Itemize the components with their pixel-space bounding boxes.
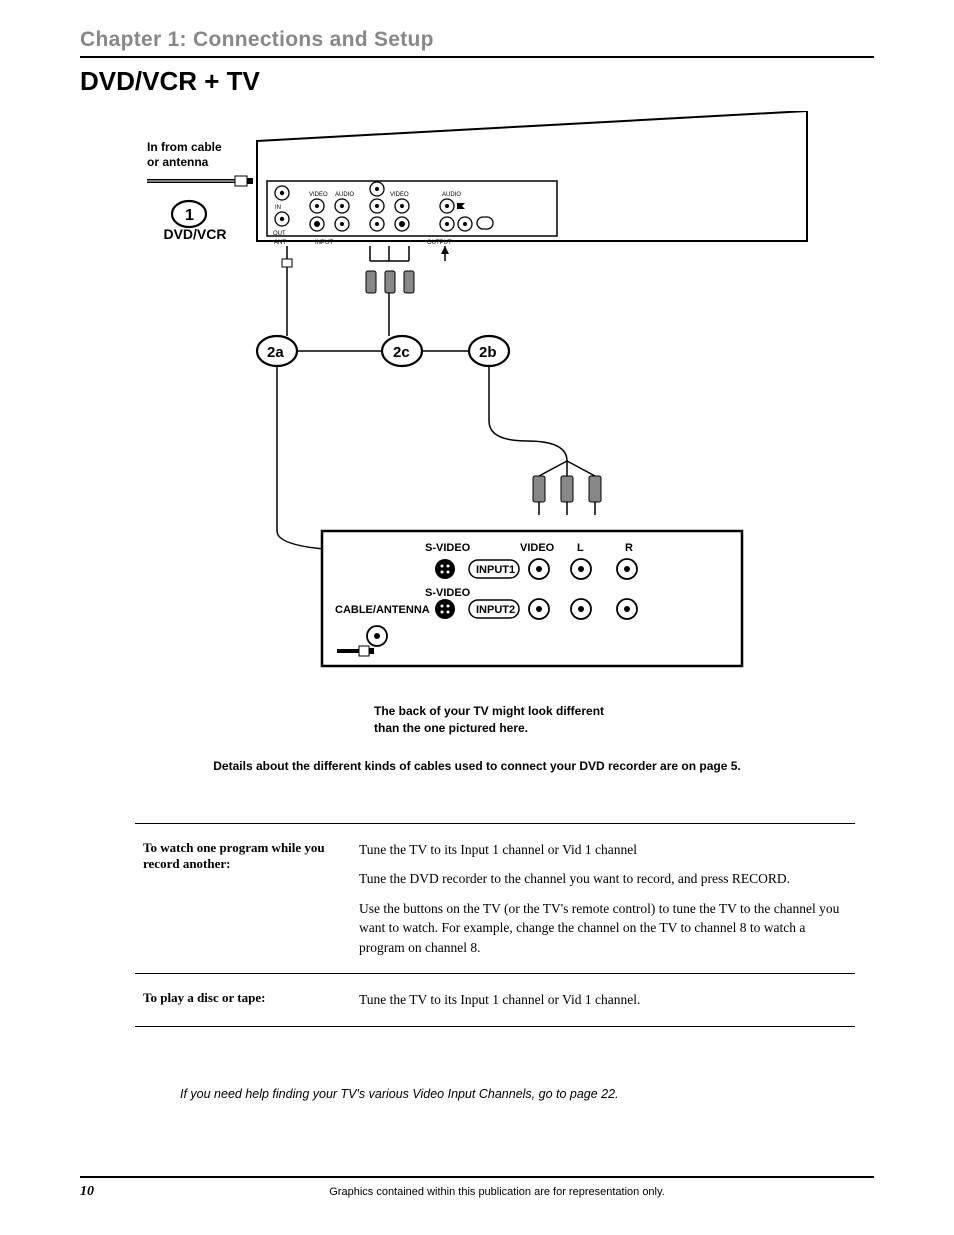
header-rule xyxy=(80,56,874,58)
label-video-mid: VIDEO xyxy=(390,192,409,198)
caption-line2: than the one pictured here. xyxy=(374,721,528,735)
step-2b-label: 2b xyxy=(479,344,497,361)
step-1-label: 1 xyxy=(185,207,194,224)
video-header: VIDEO xyxy=(520,542,555,554)
l-header: L xyxy=(577,542,584,554)
label-in-small: IN xyxy=(275,205,281,211)
diagram-caption: The back of your TV might look different… xyxy=(374,703,754,737)
connection-diagram: IN OUT ANT VIDEO AUDIO INPUT VIDEO AUDIO… xyxy=(127,111,827,691)
label-in-from-cable-l1: In from cable xyxy=(147,140,222,154)
label-audio-in: AUDIO xyxy=(335,192,354,198)
label-ant: ANT xyxy=(274,240,286,246)
cable-antenna-label: CABLE/ANTENNA xyxy=(335,604,430,616)
caption-line1: The back of your TV might look different xyxy=(374,704,604,718)
footer-text: Graphics contained within this publicati… xyxy=(120,1186,874,1198)
label-in-from-cable-l2: or antenna xyxy=(147,155,209,169)
row1-p1: Tune the TV to its Input 1 channel or Vi… xyxy=(359,840,847,860)
page: Chapter 1: Connections and Setup DVD/VCR… xyxy=(0,0,954,1235)
label-output-small: OUTPUT xyxy=(427,240,452,246)
row1-p2: Tune the DVD recorder to the channel you… xyxy=(359,869,847,889)
label-input-small: INPUT xyxy=(315,240,333,246)
r-header: R xyxy=(625,542,633,554)
row2-head: To play a disc or tape: xyxy=(135,974,351,1027)
label-audio-out: AUDIO xyxy=(442,192,461,198)
label-video-in: VIDEO xyxy=(309,192,328,198)
details-note: Details about the different kinds of cab… xyxy=(80,759,874,773)
dvdvcr-label: DVD/VCR xyxy=(163,226,226,242)
page-footer: 10 Graphics contained within this public… xyxy=(80,1176,874,1200)
chapter-header: Chapter 1: Connections and Setup xyxy=(80,28,874,52)
step-2a-label: 2a xyxy=(267,344,284,361)
plug-group-bottom xyxy=(533,476,601,515)
row1-head-l2: record another: xyxy=(143,856,230,871)
row1-head-l1: To watch one program while you xyxy=(143,840,325,855)
row1-p3: Use the buttons on the TV (or the TV's r… xyxy=(359,899,847,958)
svideo-label2: S-VIDEO xyxy=(425,587,471,599)
plug-group-top xyxy=(366,271,414,293)
step-2c-label: 2c xyxy=(393,344,410,361)
instructions-table: To watch one program while you record an… xyxy=(135,823,855,1027)
help-note: If you need help finding your TV's vario… xyxy=(180,1087,874,1101)
input1-label: INPUT1 xyxy=(476,564,515,576)
page-number: 10 xyxy=(80,1184,120,1200)
svideo-header: S-VIDEO xyxy=(425,542,471,554)
input2-label: INPUT2 xyxy=(476,604,515,616)
section-title: DVD/VCR + TV xyxy=(80,66,874,97)
label-out-small: OUT xyxy=(273,231,286,237)
row2-body: Tune the TV to its Input 1 channel or Vi… xyxy=(359,990,847,1010)
